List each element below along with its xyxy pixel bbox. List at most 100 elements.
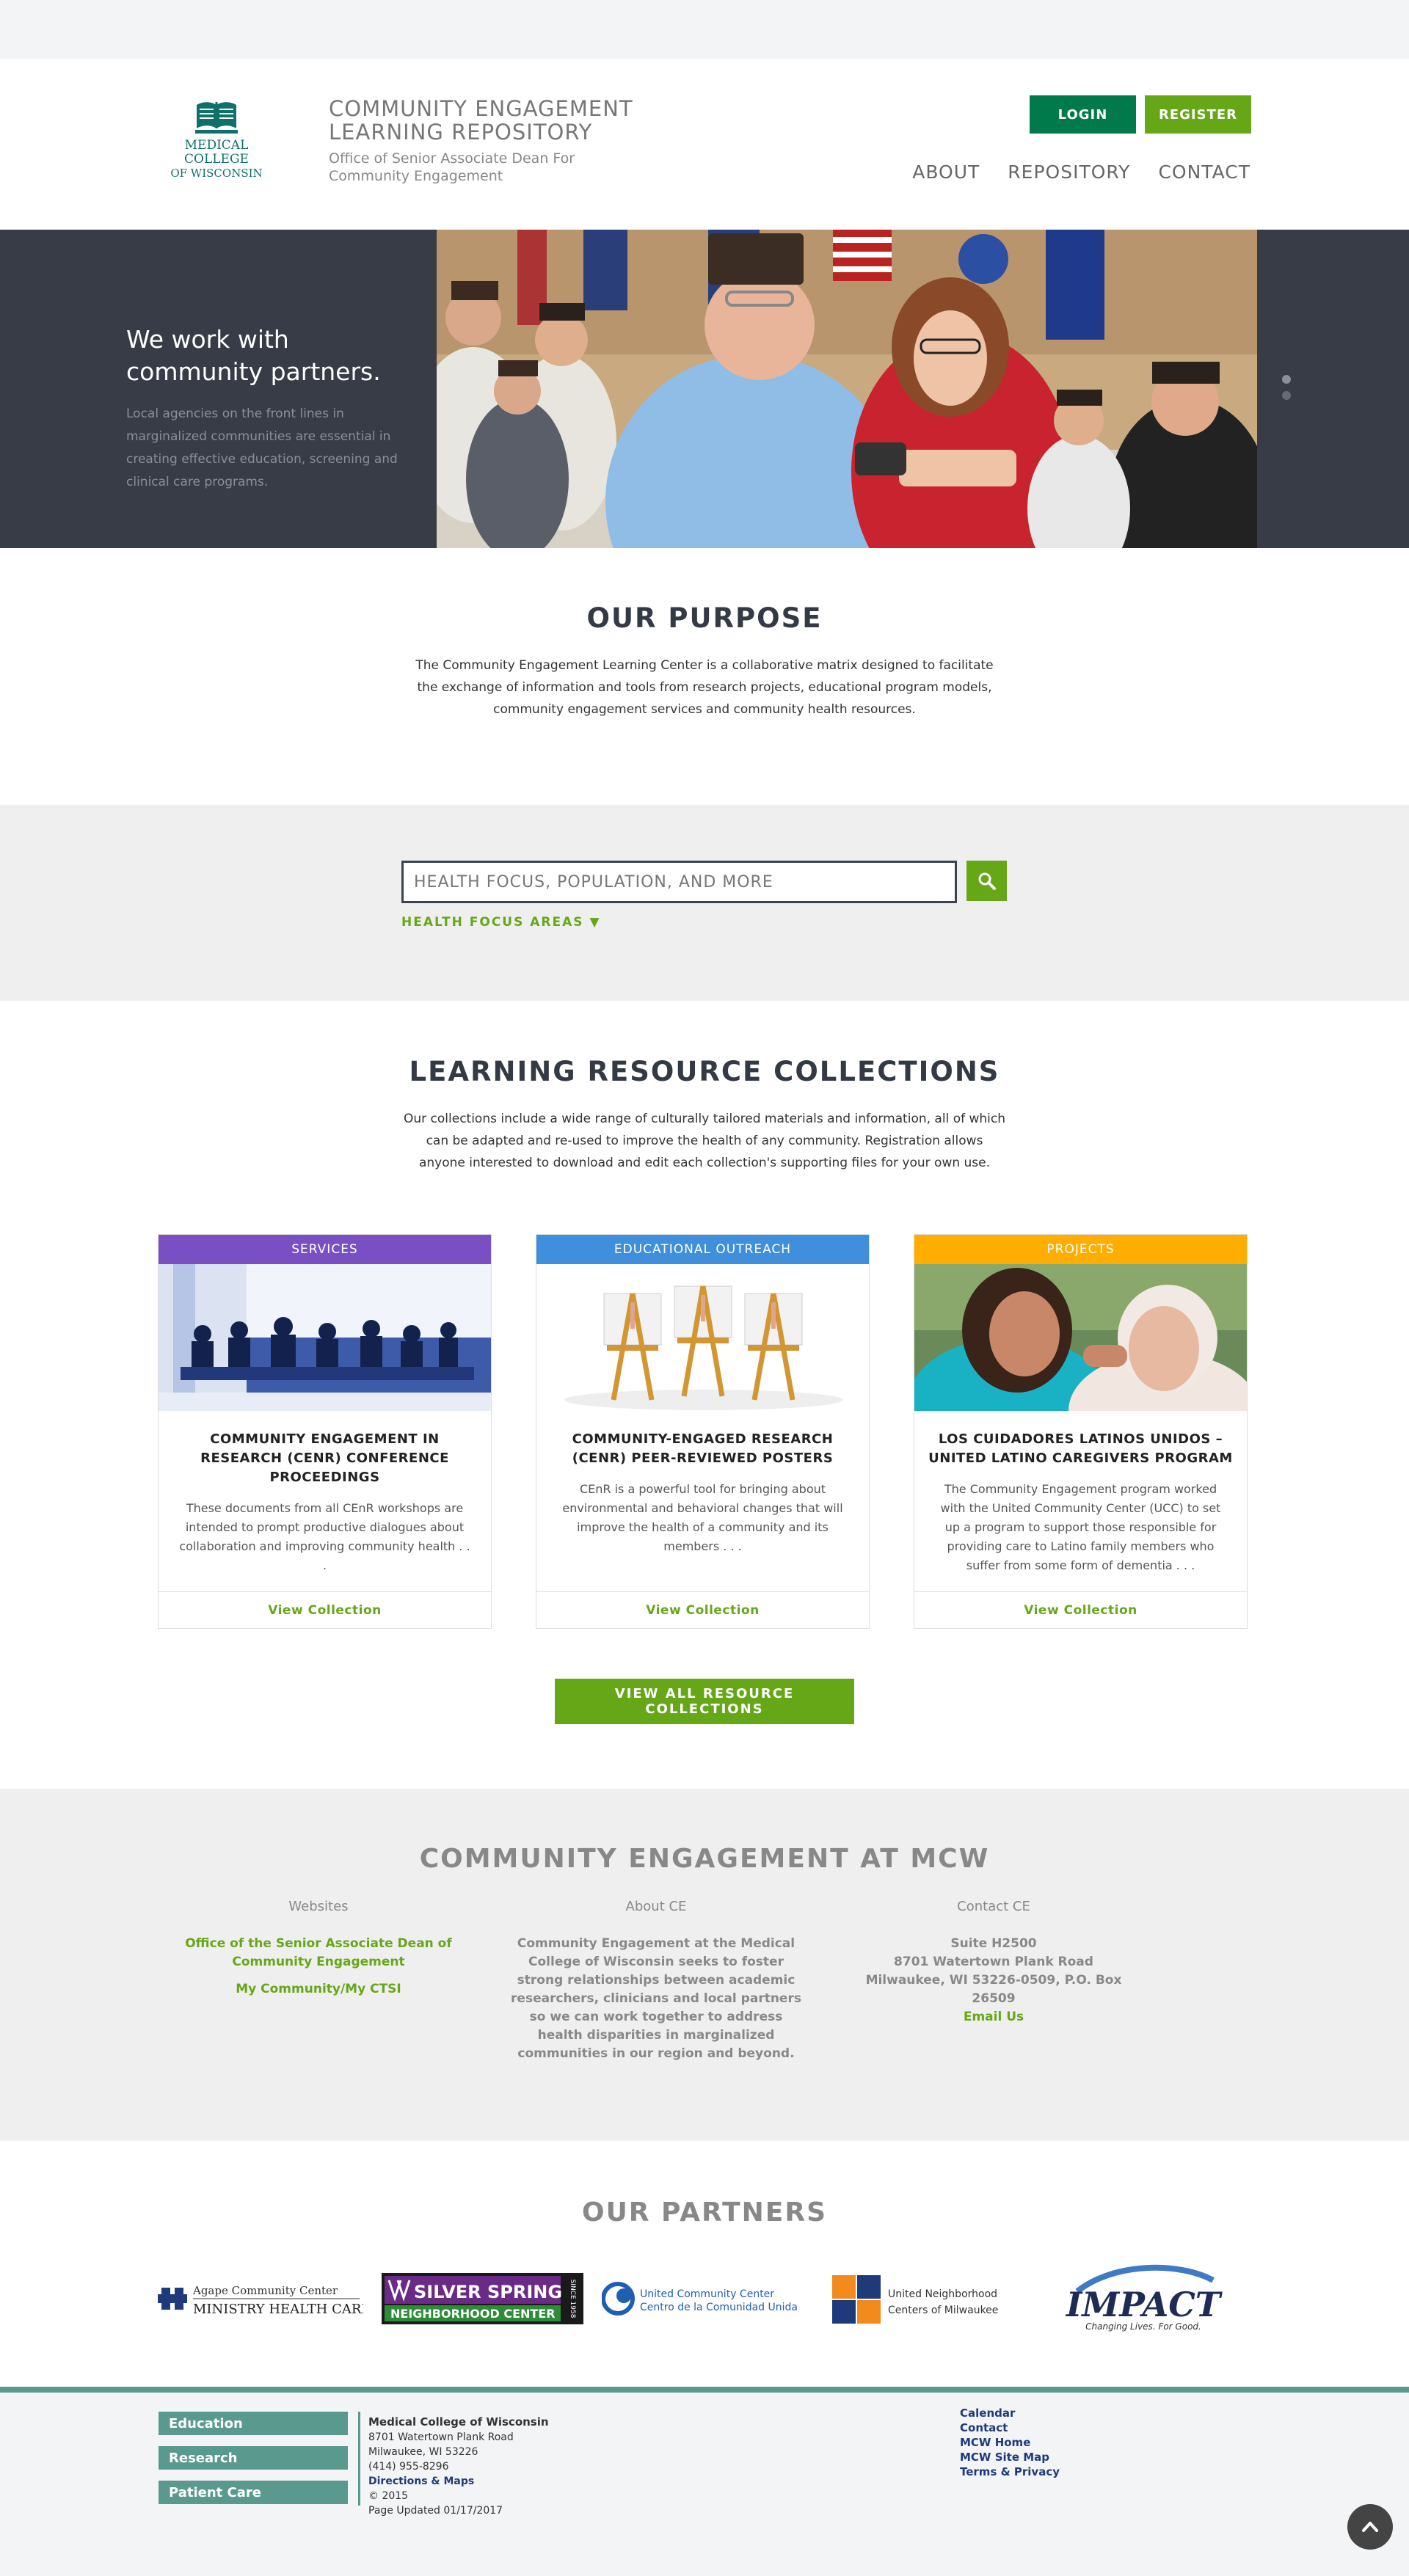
footer-link-terms[interactable]: Terms & Privacy: [960, 2464, 1060, 2479]
health-focus-toggle[interactable]: HEALTH FOCUS AREAS ▼: [401, 915, 601, 930]
collection-card: PROJECTS LOS CUIDADORES LATINOS UNIDOS –…: [914, 1234, 1248, 1629]
nav-about[interactable]: ABOUT: [912, 161, 980, 183]
card-image: [914, 1264, 1247, 1411]
partner-silver-spring-logo[interactable]: SILVER SPRING NEIGHBORHOOD CENTER SINCE …: [382, 2258, 583, 2339]
collections-heading: LEARNING RESOURCE COLLECTIONS: [409, 1056, 1000, 1087]
title-line1: COMMUNITY ENGAGEMENT: [329, 96, 633, 121]
card-image: [536, 1264, 869, 1411]
partner-ucc-logo[interactable]: United Community Center Centro de la Com…: [602, 2258, 815, 2339]
site-footer: Education Research Patient Care Medical …: [0, 2387, 1409, 2576]
collections-section: LEARNING RESOURCE COLLECTIONS Our collec…: [0, 1001, 1409, 1789]
hero-description: Local agencies on the front lines in mar…: [126, 406, 398, 489]
nav-contact[interactable]: CONTACT: [1158, 161, 1250, 183]
united-neighborhood-logo: United Neighborhood Centers of Milwaukee: [832, 2275, 998, 2324]
footer-link-calendar[interactable]: Calendar: [960, 2406, 1060, 2420]
view-collection-link[interactable]: View Collection: [914, 1591, 1247, 1628]
top-strip: [0, 0, 1409, 59]
carousel-dot-2[interactable]: [1282, 391, 1291, 400]
card-tag: SERVICES: [159, 1235, 491, 1264]
card-text: The Community Engagement program worked …: [940, 1482, 1221, 1572]
purpose-text: The Community Engagement Learning Center…: [415, 658, 994, 717]
carousel-dots: [1282, 375, 1291, 400]
register-button[interactable]: REGISTER: [1145, 95, 1251, 134]
ce-about: About CE Community Engagement at the Med…: [509, 1899, 803, 2063]
meeting-image: [159, 1264, 491, 1411]
contact-heading: Contact CE: [957, 1899, 1030, 1914]
website-link-ctsi[interactable]: My Community/My CTSI: [172, 1980, 465, 1999]
footer-nav: Education Research Patient Care: [159, 2412, 348, 2515]
footer-updated: Page Updated 01/17/2017: [368, 2505, 503, 2517]
footer-nav-research[interactable]: Research: [159, 2446, 348, 2470]
agape-line2: MINISTRY HEALTH CARE: [193, 2302, 363, 2317]
ce-websites: Websites Office of the Senior Associate …: [172, 1899, 465, 2063]
directions-link[interactable]: Directions & Maps: [368, 2474, 549, 2489]
contact-line1: Suite H2500: [950, 1936, 1037, 1951]
card-tag: EDUCATIONAL OUTREACH: [536, 1235, 869, 1264]
footer-phone: (414) 955-8296: [368, 2461, 449, 2473]
footer-link-site-map[interactable]: MCW Site Map: [960, 2450, 1060, 2464]
easels-image: [536, 1264, 869, 1411]
hero-title-line1: We work with: [126, 325, 289, 354]
view-collection-link[interactable]: View Collection: [536, 1591, 869, 1628]
footer-divider: [358, 2412, 360, 2506]
card-title: LOS CUIDADORES LATINOS UNIDOS – UNITED L…: [928, 1431, 1233, 1466]
footer-nav-patient-care[interactable]: Patient Care: [159, 2481, 348, 2504]
silver-spring-logo: SILVER SPRING NEIGHBORHOOD CENTER SINCE …: [382, 2273, 583, 2324]
card-text: CEnR is a powerful tool for bringing abo…: [562, 1482, 843, 1553]
hero-title: We work with community partners.: [126, 324, 420, 388]
partners-heading: OUR PARTNERS: [581, 2197, 828, 2227]
about-text: Community Engagement at the Medical Coll…: [511, 1936, 801, 2061]
footer-link-mcw-home[interactable]: MCW Home: [960, 2435, 1060, 2450]
site-header: MEDICAL COLLEGE OF WISCONSIN COMMUNITY E…: [0, 59, 1409, 230]
ce-heading: COMMUNITY ENGAGEMENT AT MCW: [419, 1844, 990, 1874]
footer-copyright: © 2015: [368, 2490, 409, 2502]
logo-line2: COLLEGE: [184, 152, 249, 167]
footer-addr1: 8701 Watertown Plank Road: [368, 2431, 514, 2443]
partner-impact-logo[interactable]: IMPACT Changing Lives. For Good.: [1035, 2258, 1251, 2339]
chevron-up-icon: [1362, 2522, 1378, 2532]
search-icon: [978, 872, 996, 890]
login-button[interactable]: LOGIN: [1030, 95, 1136, 134]
collection-card: EDUCATIONAL OUTREACH COMMUNITY-ENGAGED R…: [536, 1234, 870, 1629]
nav-repository[interactable]: REPOSITORY: [1008, 161, 1130, 183]
silver-line1: SILVER SPRING: [414, 2282, 562, 2302]
hero-carousel: We work with community partners. Local a…: [0, 230, 1409, 548]
back-to-top-button[interactable]: [1347, 2504, 1393, 2550]
partner-agape-logo[interactable]: Agape Community Center MINISTRY HEALTH C…: [158, 2258, 363, 2339]
hero-title-line2: community partners.: [126, 357, 381, 386]
site-title: COMMUNITY ENGAGEMENT LEARNING REPOSITORY…: [329, 97, 633, 185]
email-us-link[interactable]: Email Us: [847, 2008, 1140, 2026]
main-nav: ABOUT REPOSITORY CONTACT: [912, 161, 1250, 183]
agape-line1: Agape Community Center: [192, 2284, 338, 2297]
card-image: [159, 1264, 491, 1411]
carousel-dot-1[interactable]: [1282, 375, 1291, 384]
view-collection-link[interactable]: View Collection: [159, 1591, 491, 1628]
view-all-collections-button[interactable]: VIEW ALL RESOURCE COLLECTIONS: [555, 1679, 854, 1724]
mcw-logo[interactable]: MEDICAL COLLEGE OF WISCONSIN: [163, 99, 270, 194]
subtitle: Office of Senior Associate Dean For Comm…: [329, 150, 633, 185]
subtitle-line2: Community Engagement: [329, 168, 503, 184]
purpose-section: OUR PURPOSE The Community Engagement Lea…: [0, 548, 1409, 805]
partner-united-neighborhood-logo[interactable]: United Neighborhood Centers of Milwaukee: [829, 2258, 1020, 2339]
footer-nav-education[interactable]: Education: [159, 2412, 348, 2435]
card-title: COMMUNITY ENGAGEMENT IN RESEARCH (CENR) …: [200, 1431, 449, 1485]
search-input[interactable]: HEALTH FOCUS, POPULATION, AND MORE: [401, 861, 957, 903]
card-text: These documents from all CEnR workshops …: [179, 1501, 470, 1572]
website-link-dean-office[interactable]: Office of the Senior Associate Dean of C…: [172, 1935, 465, 1971]
agape-logo: Agape Community Center MINISTRY HEALTH C…: [158, 2284, 363, 2317]
caregivers-image: [914, 1264, 1247, 1411]
purpose-heading: OUR PURPOSE: [586, 602, 823, 634]
hero-text: We work with community partners. Local a…: [126, 324, 420, 494]
ucc-line1: United Community Center: [640, 2288, 774, 2300]
websites-heading: Websites: [288, 1899, 349, 1914]
hero-photo: [437, 230, 1257, 548]
footer-link-contact[interactable]: Contact: [960, 2420, 1060, 2435]
logo-line1: MEDICAL: [184, 138, 249, 153]
contact-line2: 8701 Watertown Plank Road: [894, 1955, 1093, 1969]
collection-cards: SERVICES COMMUNITY ENGAGEMENT IN RESEARC…: [158, 1234, 1248, 1629]
un-line1: United Neighborhood: [888, 2288, 997, 2300]
collection-card: SERVICES COMMUNITY ENGAGEMENT IN RESEARC…: [158, 1234, 492, 1629]
hero-image: [437, 230, 1257, 548]
ce-columns: Websites Office of the Senior Associate …: [172, 1899, 1140, 2063]
search-button[interactable]: [966, 861, 1007, 901]
